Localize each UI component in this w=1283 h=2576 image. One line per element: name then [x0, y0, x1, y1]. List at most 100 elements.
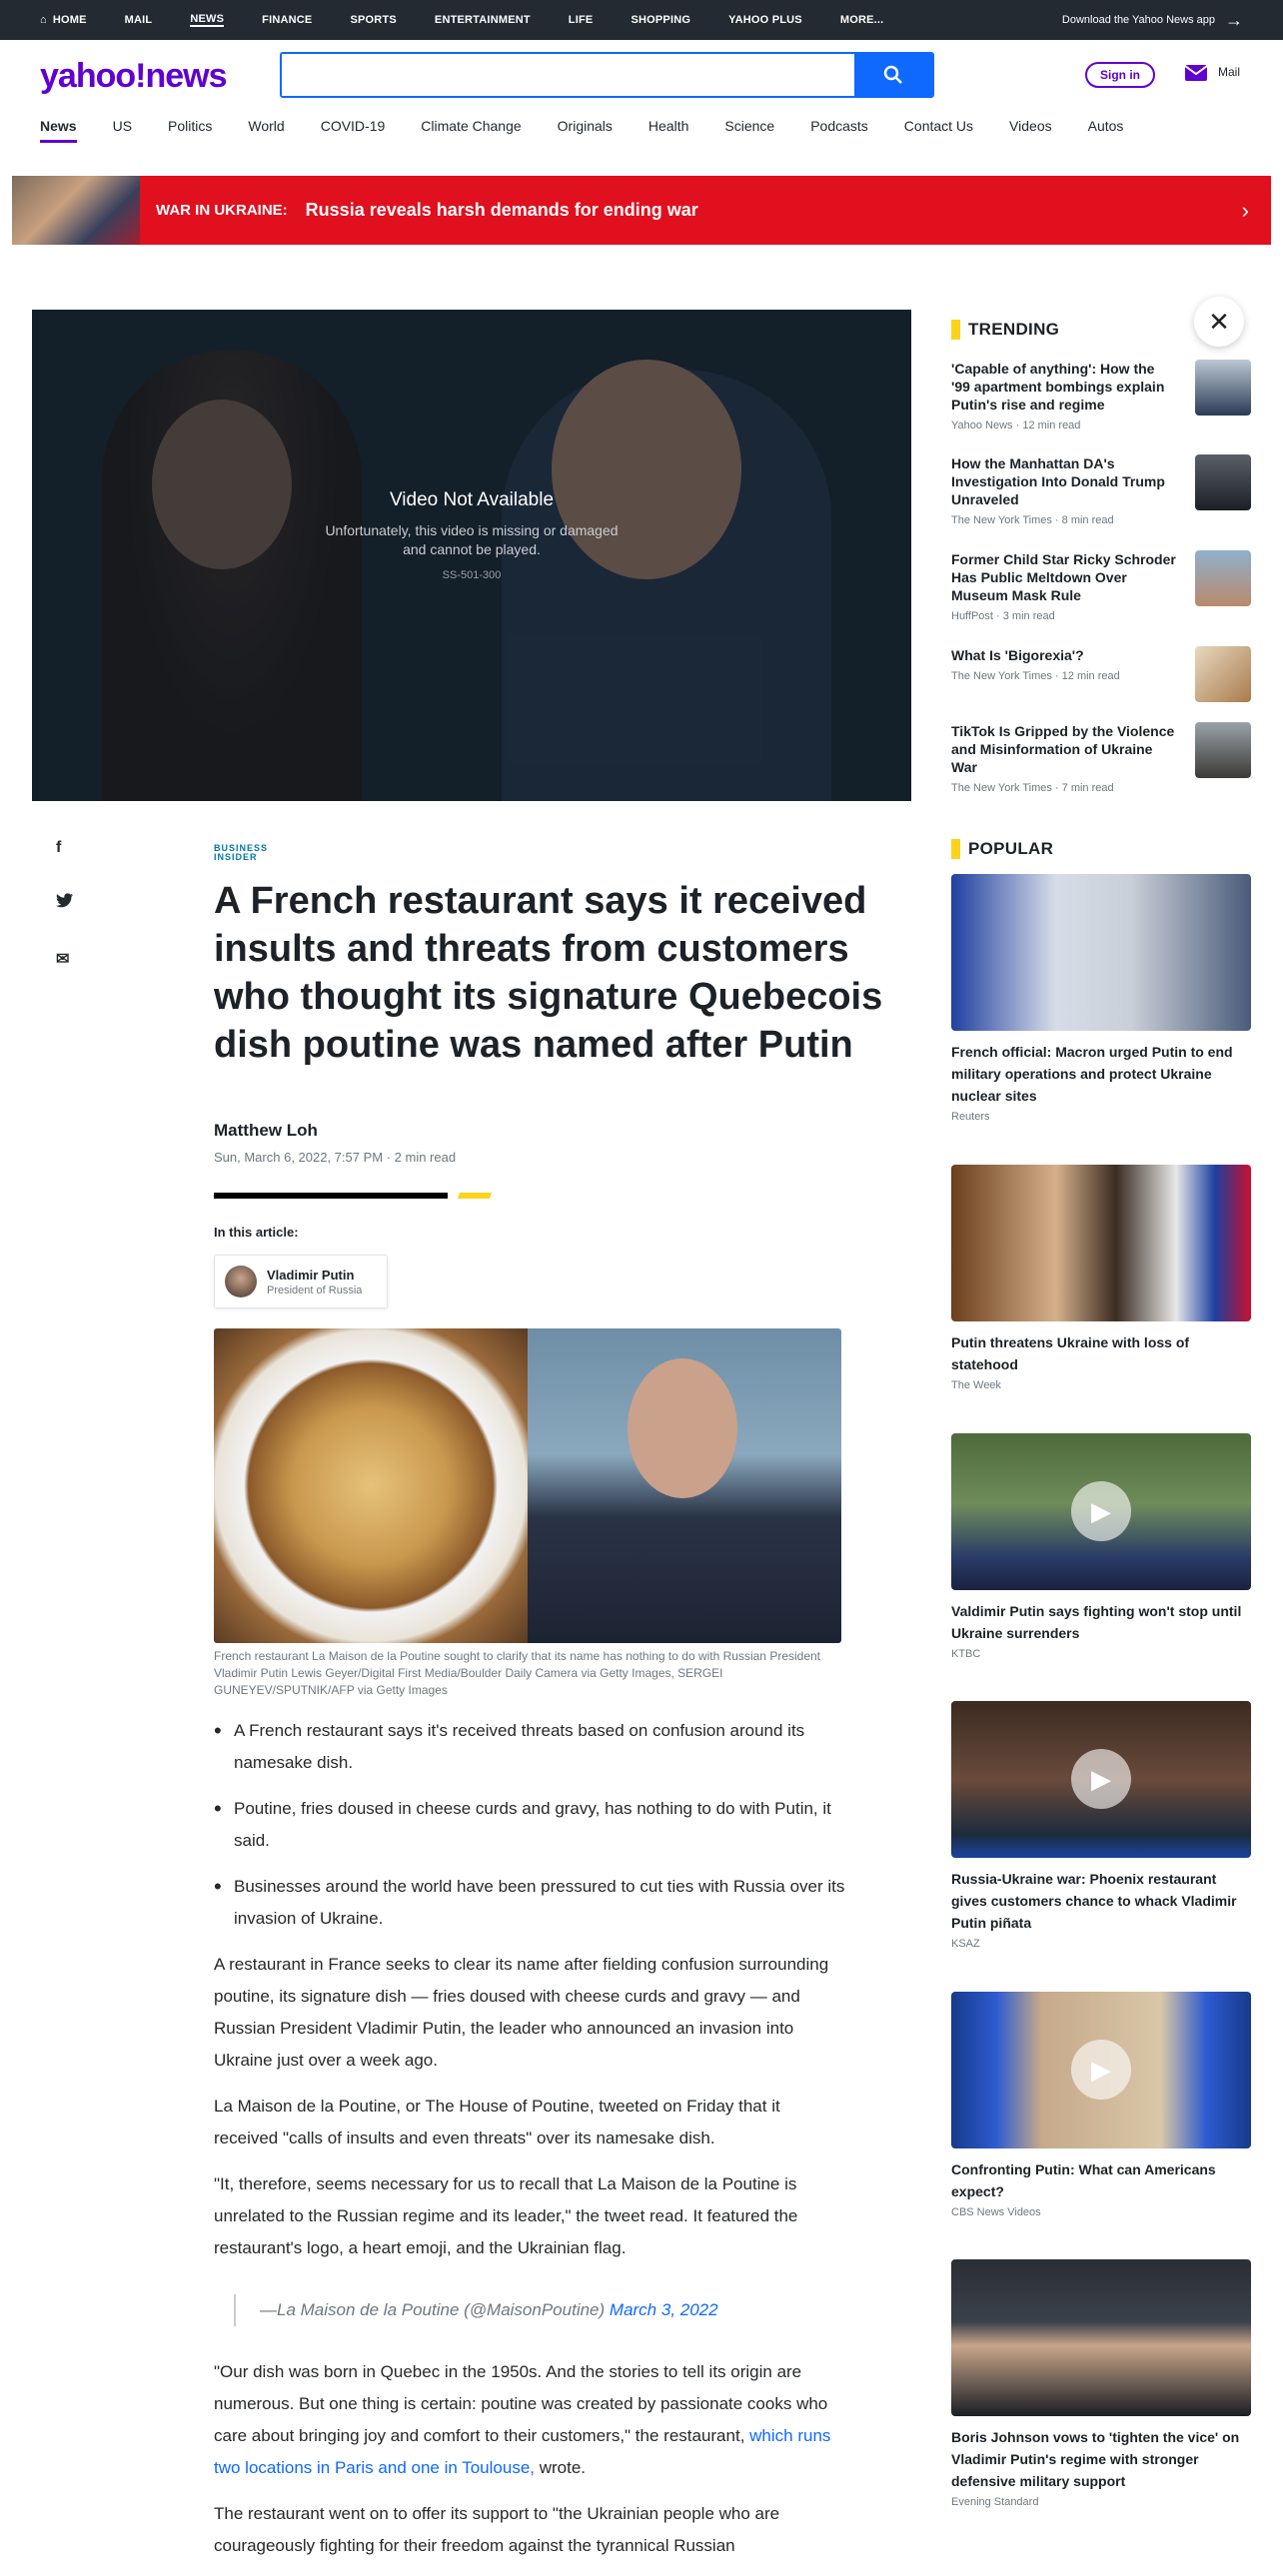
cat-originals[interactable]: Originals [558, 118, 613, 143]
popular-title: Valdimir Putin says fighting won't stop … [951, 1603, 1242, 1641]
top-nav-life[interactable]: LIFE [569, 13, 594, 27]
trending-thumbnail [1195, 722, 1251, 778]
paragraph: "Our dish was born in Quebec in the 1950… [214, 2362, 831, 2477]
top-nav-items: ⌂ HOME MAIL NEWS FINANCE SPORTS ENTERTAIN… [40, 13, 921, 27]
sign-in-button[interactable]: Sign in [1085, 62, 1155, 88]
cat-politics[interactable]: Politics [168, 118, 212, 143]
cat-covid[interactable]: COVID-19 [321, 118, 386, 143]
search-button[interactable] [854, 54, 932, 96]
search-input[interactable] [282, 54, 854, 96]
top-nav-shopping[interactable]: SHOPPING [631, 13, 690, 27]
cat-news[interactable]: News [40, 118, 77, 143]
popular-title: Russia-Ukraine war: Phoenix restaurant g… [951, 1871, 1237, 1931]
popular-meta: KSAZ [951, 1938, 980, 1950]
email-share-icon[interactable]: ✉ [56, 949, 74, 969]
popular-item[interactable]: ▶ Russia-Ukraine war: Phoenix restaurant… [951, 1701, 1251, 1950]
cat-climate[interactable]: Climate Change [421, 118, 521, 143]
tweet-date-link[interactable]: March 3, 2022 [610, 2300, 718, 2319]
home-icon: ⌂ [40, 14, 47, 26]
paragraph: A restaurant in France seeks to clear it… [214, 1955, 829, 2070]
top-nav-more[interactable]: MORE... [840, 13, 884, 27]
trending-item[interactable]: TikTok Is Gripped by the Violence and Mi… [951, 722, 1251, 794]
article-date: Sun, March 6, 2022, 7:57 PM · 2 min read [214, 1150, 457, 1165]
video-error-text: Unfortunately, this video is missing or … [325, 522, 619, 557]
popular-meta: The Week [951, 1379, 1001, 1391]
trending-title: What Is 'Bigorexia'? [951, 647, 1084, 663]
publisher-logo[interactable]: BUSINESS INSIDER [214, 844, 274, 862]
breaking-news-banner[interactable]: WAR IN UKRAINE: Russia reveals harsh dem… [12, 176, 1271, 245]
video-player[interactable]: Video Not Available Unfortunately, this … [32, 310, 911, 801]
header: yahoo!news Sign in Mail [0, 40, 1283, 110]
popular-image [951, 874, 1251, 1031]
in-this-article-label: In this article: [214, 1225, 299, 1240]
trending-meta: The New York Times · 8 min read [951, 514, 1114, 526]
download-app-link[interactable]: Download the Yahoo News app → [1062, 10, 1243, 31]
entity-card-putin[interactable]: Vladimir Putin President of Russia [214, 1255, 388, 1308]
entity-role: President of Russia [267, 1284, 363, 1296]
popular-meta: KTBC [951, 1648, 981, 1660]
twitter-icon[interactable] [56, 893, 74, 913]
popular-item[interactable]: ▶ Valdimir Putin says fighting won't sto… [951, 1433, 1251, 1660]
trending-item[interactable]: Former Child Star Ricky Schroder Has Pub… [951, 550, 1251, 622]
avatar [225, 1266, 257, 1297]
cat-world[interactable]: World [248, 118, 284, 143]
facebook-icon[interactable]: f [56, 839, 74, 857]
cat-us[interactable]: US [113, 118, 132, 143]
poutine-image [214, 1328, 528, 1643]
play-icon: ▶ [1071, 1749, 1131, 1809]
tweet-embed: —La Maison de la Poutine (@MaisonPoutine… [234, 2294, 845, 2326]
yahoo-news-logo[interactable]: yahoo!news [40, 57, 227, 96]
top-nav-entertainment[interactable]: ENTERTAINMENT [435, 13, 531, 27]
popular-image: ▶ [951, 1433, 1251, 1590]
paragraph: "It, therefore, seems necessary for us t… [214, 2174, 798, 2257]
article-author[interactable]: Matthew Loh [214, 1121, 318, 1141]
cat-contact[interactable]: Contact Us [904, 118, 973, 143]
trending-thumbnail [1195, 646, 1251, 702]
popular-item[interactable]: French official: Macron urged Putin to e… [951, 874, 1251, 1123]
trending-meta: HuffPost · 3 min read [951, 610, 1055, 622]
divider-accent [457, 1193, 493, 1199]
top-nav-finance[interactable]: FINANCE [262, 13, 312, 27]
trending-thumbnail [1195, 454, 1251, 510]
trending-item[interactable]: 'Capable of anything': How the '99 apart… [951, 360, 1251, 431]
tweet-attribution: —La Maison de la Poutine (@MaisonPoutine… [260, 2300, 606, 2319]
popular-title: Boris Johnson vows to 'tighten the vice'… [951, 2429, 1240, 2489]
close-icon: ✕ [1208, 306, 1230, 337]
category-nav: News US Politics World COVID-19 Climate … [40, 118, 1159, 143]
top-nav-news[interactable]: NEWS [190, 13, 225, 27]
cat-videos[interactable]: Videos [1009, 118, 1052, 143]
play-icon: ▶ [1071, 2040, 1131, 2100]
top-nav-sports[interactable]: SPORTS [350, 13, 396, 27]
search-icon [883, 65, 902, 84]
cat-science[interactable]: Science [724, 118, 774, 143]
photo-caption: French restaurant La Maison de la Poutin… [214, 1649, 821, 1697]
trending-title: 'Capable of anything': How the '99 apart… [951, 361, 1165, 413]
trending-thumbnail [1195, 550, 1251, 606]
search-bar [280, 52, 934, 98]
top-nav-mail[interactable]: MAIL [125, 13, 153, 27]
popular-item[interactable]: Boris Johnson vows to 'tighten the vice'… [951, 2259, 1251, 2508]
popular-item[interactable]: ▶ Confronting Putin: What can Americans … [951, 1992, 1251, 2218]
trending-meta: The New York Times · 7 min read [951, 782, 1114, 794]
article-photo [214, 1328, 841, 1643]
paragraph: La Maison de la Poutine, or The House of… [214, 2097, 780, 2147]
trending-item[interactable]: How the Manhattan DA's Investigation Int… [951, 454, 1251, 526]
arrow-right-icon: → [1225, 9, 1243, 30]
popular-meta: CBS News Videos [951, 2206, 1041, 2218]
popular-item[interactable]: Putin threatens Ukraine with loss of sta… [951, 1165, 1251, 1391]
cat-podcasts[interactable]: Podcasts [810, 118, 868, 143]
trending-item[interactable]: What Is 'Bigorexia'? The New York Times … [951, 646, 1251, 702]
popular-image [951, 2259, 1251, 2416]
top-nav-yahoo-plus[interactable]: YAHOO PLUS [728, 13, 802, 27]
close-button[interactable]: ✕ [1194, 297, 1244, 347]
share-bar: f ✉ [56, 839, 74, 969]
cat-health[interactable]: Health [648, 118, 688, 143]
popular-image [951, 1165, 1251, 1321]
article-body: A French restaurant says it's received t… [214, 1715, 845, 2576]
cat-autos[interactable]: Autos [1088, 118, 1124, 143]
top-nav-home[interactable]: ⌂ HOME [40, 13, 87, 27]
mail-link[interactable]: Mail [1184, 62, 1240, 82]
trending-title: TikTok Is Gripped by the Violence and Mi… [951, 723, 1175, 775]
summary-item: Businesses around the world have been pr… [214, 1871, 845, 1935]
play-icon: ▶ [1071, 1481, 1131, 1541]
